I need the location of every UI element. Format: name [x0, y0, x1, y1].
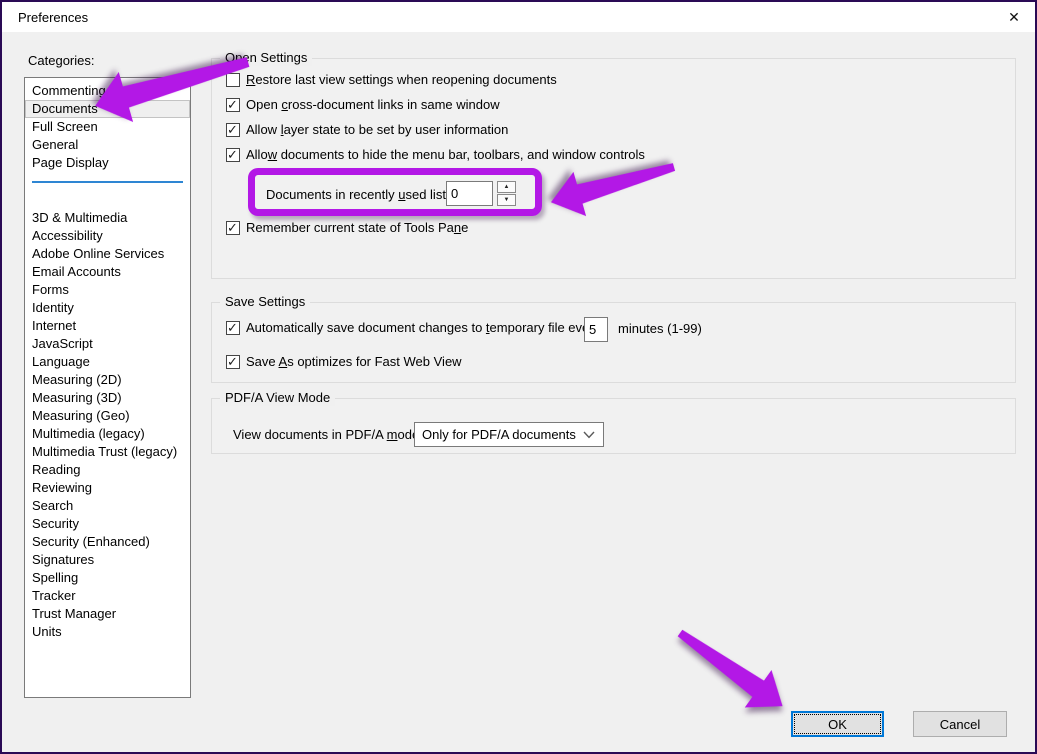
ok-button[interactable]: OK [791, 711, 884, 737]
hide-menu-bar-label[interactable]: Allow documents to hide the menu bar, to… [246, 147, 645, 162]
sidebar-item-email-accounts[interactable]: Email Accounts [25, 263, 190, 281]
save-settings-group-title: Save Settings [220, 294, 310, 310]
cancel-button[interactable]: Cancel [913, 711, 1007, 737]
sidebar-item-3d-multimedia[interactable]: 3D & Multimedia [25, 209, 190, 227]
restore-last-view-row: Restore last view settings when reopenin… [226, 72, 557, 87]
sidebar-item-language[interactable]: Language [25, 353, 190, 371]
sidebar-item-measuring-2d[interactable]: Measuring (2D) [25, 371, 190, 389]
checkbox-remember-tools-pane[interactable] [226, 221, 240, 235]
checkbox-autosave[interactable] [226, 321, 240, 335]
sidebar-item-tracker[interactable]: Tracker [25, 587, 190, 605]
window-title: Preferences [2, 10, 88, 25]
pdfa-mode-label: View documents in PDF/A mode: [233, 427, 423, 442]
close-button[interactable]: ✕ [993, 2, 1035, 32]
sidebar-item-security[interactable]: Security [25, 515, 190, 533]
sidebar-item-multimedia-legacy[interactable]: Multimedia (legacy) [25, 425, 190, 443]
layer-state-row: Allow layer state to be set by user info… [226, 122, 508, 137]
fast-web-view-label[interactable]: Save As optimizes for Fast Web View [246, 354, 462, 369]
sidebar-item-reading[interactable]: Reading [25, 461, 190, 479]
autosave-units-label: minutes (1-99) [618, 321, 702, 336]
titlebar[interactable]: Preferences ✕ [2, 2, 1035, 32]
cross-document-links-label[interactable]: Open cross-document links in same window [246, 97, 500, 112]
sidebar-item-javascript[interactable]: JavaScript [25, 335, 190, 353]
sidebar-item-accessibility[interactable]: Accessibility [25, 227, 190, 245]
checkbox-open-cross-document-links[interactable] [226, 98, 240, 112]
sidebar-item-multimedia-trust-legacy[interactable]: Multimedia Trust (legacy) [25, 443, 190, 461]
sidebar-item-documents[interactable]: Documents [25, 100, 190, 118]
layer-state-label[interactable]: Allow layer state to be set by user info… [246, 122, 508, 137]
sidebar-item-trust-manager[interactable]: Trust Manager [25, 605, 190, 623]
checkbox-allow-hide-menu-bar[interactable] [226, 148, 240, 162]
sidebar-item-identity[interactable]: Identity [25, 299, 190, 317]
fast-web-view-row: Save As optimizes for Fast Web View [226, 354, 462, 369]
sidebar-item-full-screen[interactable]: Full Screen [25, 118, 190, 136]
open-settings-group-title: Open Settings [220, 50, 312, 66]
sidebar-item-adobe-online-services[interactable]: Adobe Online Services [25, 245, 190, 263]
pdfa-mode-dropdown-value: Only for PDF/A documents [422, 427, 576, 442]
autosave-label[interactable]: Automatically save document changes to t… [246, 320, 604, 335]
sidebar-item-search[interactable]: Search [25, 497, 190, 515]
sidebar-item-signatures[interactable]: Signatures [25, 551, 190, 569]
sidebar-item-general[interactable]: General [25, 136, 190, 154]
restore-last-view-label[interactable]: Restore last view settings when reopenin… [246, 72, 557, 87]
close-icon: ✕ [1008, 9, 1020, 26]
autosave-interval-input[interactable] [584, 317, 608, 342]
category-separator [32, 181, 183, 201]
hide-menu-bar-row: Allow documents to hide the menu bar, to… [226, 147, 645, 162]
save-settings-group: Save Settings Automatically save documen… [211, 302, 1016, 383]
sidebar-item-forms[interactable]: Forms [25, 281, 190, 299]
sidebar-item-reviewing[interactable]: Reviewing [25, 479, 190, 497]
pdfa-group-title: PDF/A View Mode [220, 390, 335, 406]
preferences-dialog: Preferences ✕ Categories: Commenting Doc… [0, 0, 1037, 754]
remember-tools-pane-label[interactable]: Remember current state of Tools Pane [246, 220, 468, 235]
dialog-body: Categories: Commenting Documents Full Sc… [2, 32, 1035, 752]
remember-tools-pane-row: Remember current state of Tools Pane [226, 220, 468, 235]
sidebar-item-page-display[interactable]: Page Display [25, 154, 190, 172]
sidebar-item-measuring-3d[interactable]: Measuring (3D) [25, 389, 190, 407]
autosave-row: Automatically save document changes to t… [226, 320, 604, 335]
sidebar-item-measuring-geo[interactable]: Measuring (Geo) [25, 407, 190, 425]
combo-chevron-icon [583, 431, 603, 439]
sidebar-item-spelling[interactable]: Spelling [25, 569, 190, 587]
pdfa-mode-dropdown[interactable]: Only for PDF/A documents [414, 422, 604, 447]
sidebar-item-units[interactable]: Units [25, 623, 190, 641]
sidebar-item-security-enhanced[interactable]: Security (Enhanced) [25, 533, 190, 551]
sidebar-item-internet[interactable]: Internet [25, 317, 190, 335]
checkbox-fast-web-view[interactable] [226, 355, 240, 369]
categories-label: Categories: [28, 53, 94, 68]
categories-listbox[interactable]: Commenting Documents Full Screen General… [24, 77, 191, 698]
checkbox-allow-layer-state[interactable] [226, 123, 240, 137]
cross-document-links-row: Open cross-document links in same window [226, 97, 500, 112]
annotation-highlight-rect [248, 168, 542, 216]
sidebar-item-commenting[interactable]: Commenting [25, 82, 190, 100]
checkbox-restore-last-view[interactable] [226, 73, 240, 87]
pdfa-view-mode-group: PDF/A View Mode View documents in PDF/A … [211, 398, 1016, 454]
